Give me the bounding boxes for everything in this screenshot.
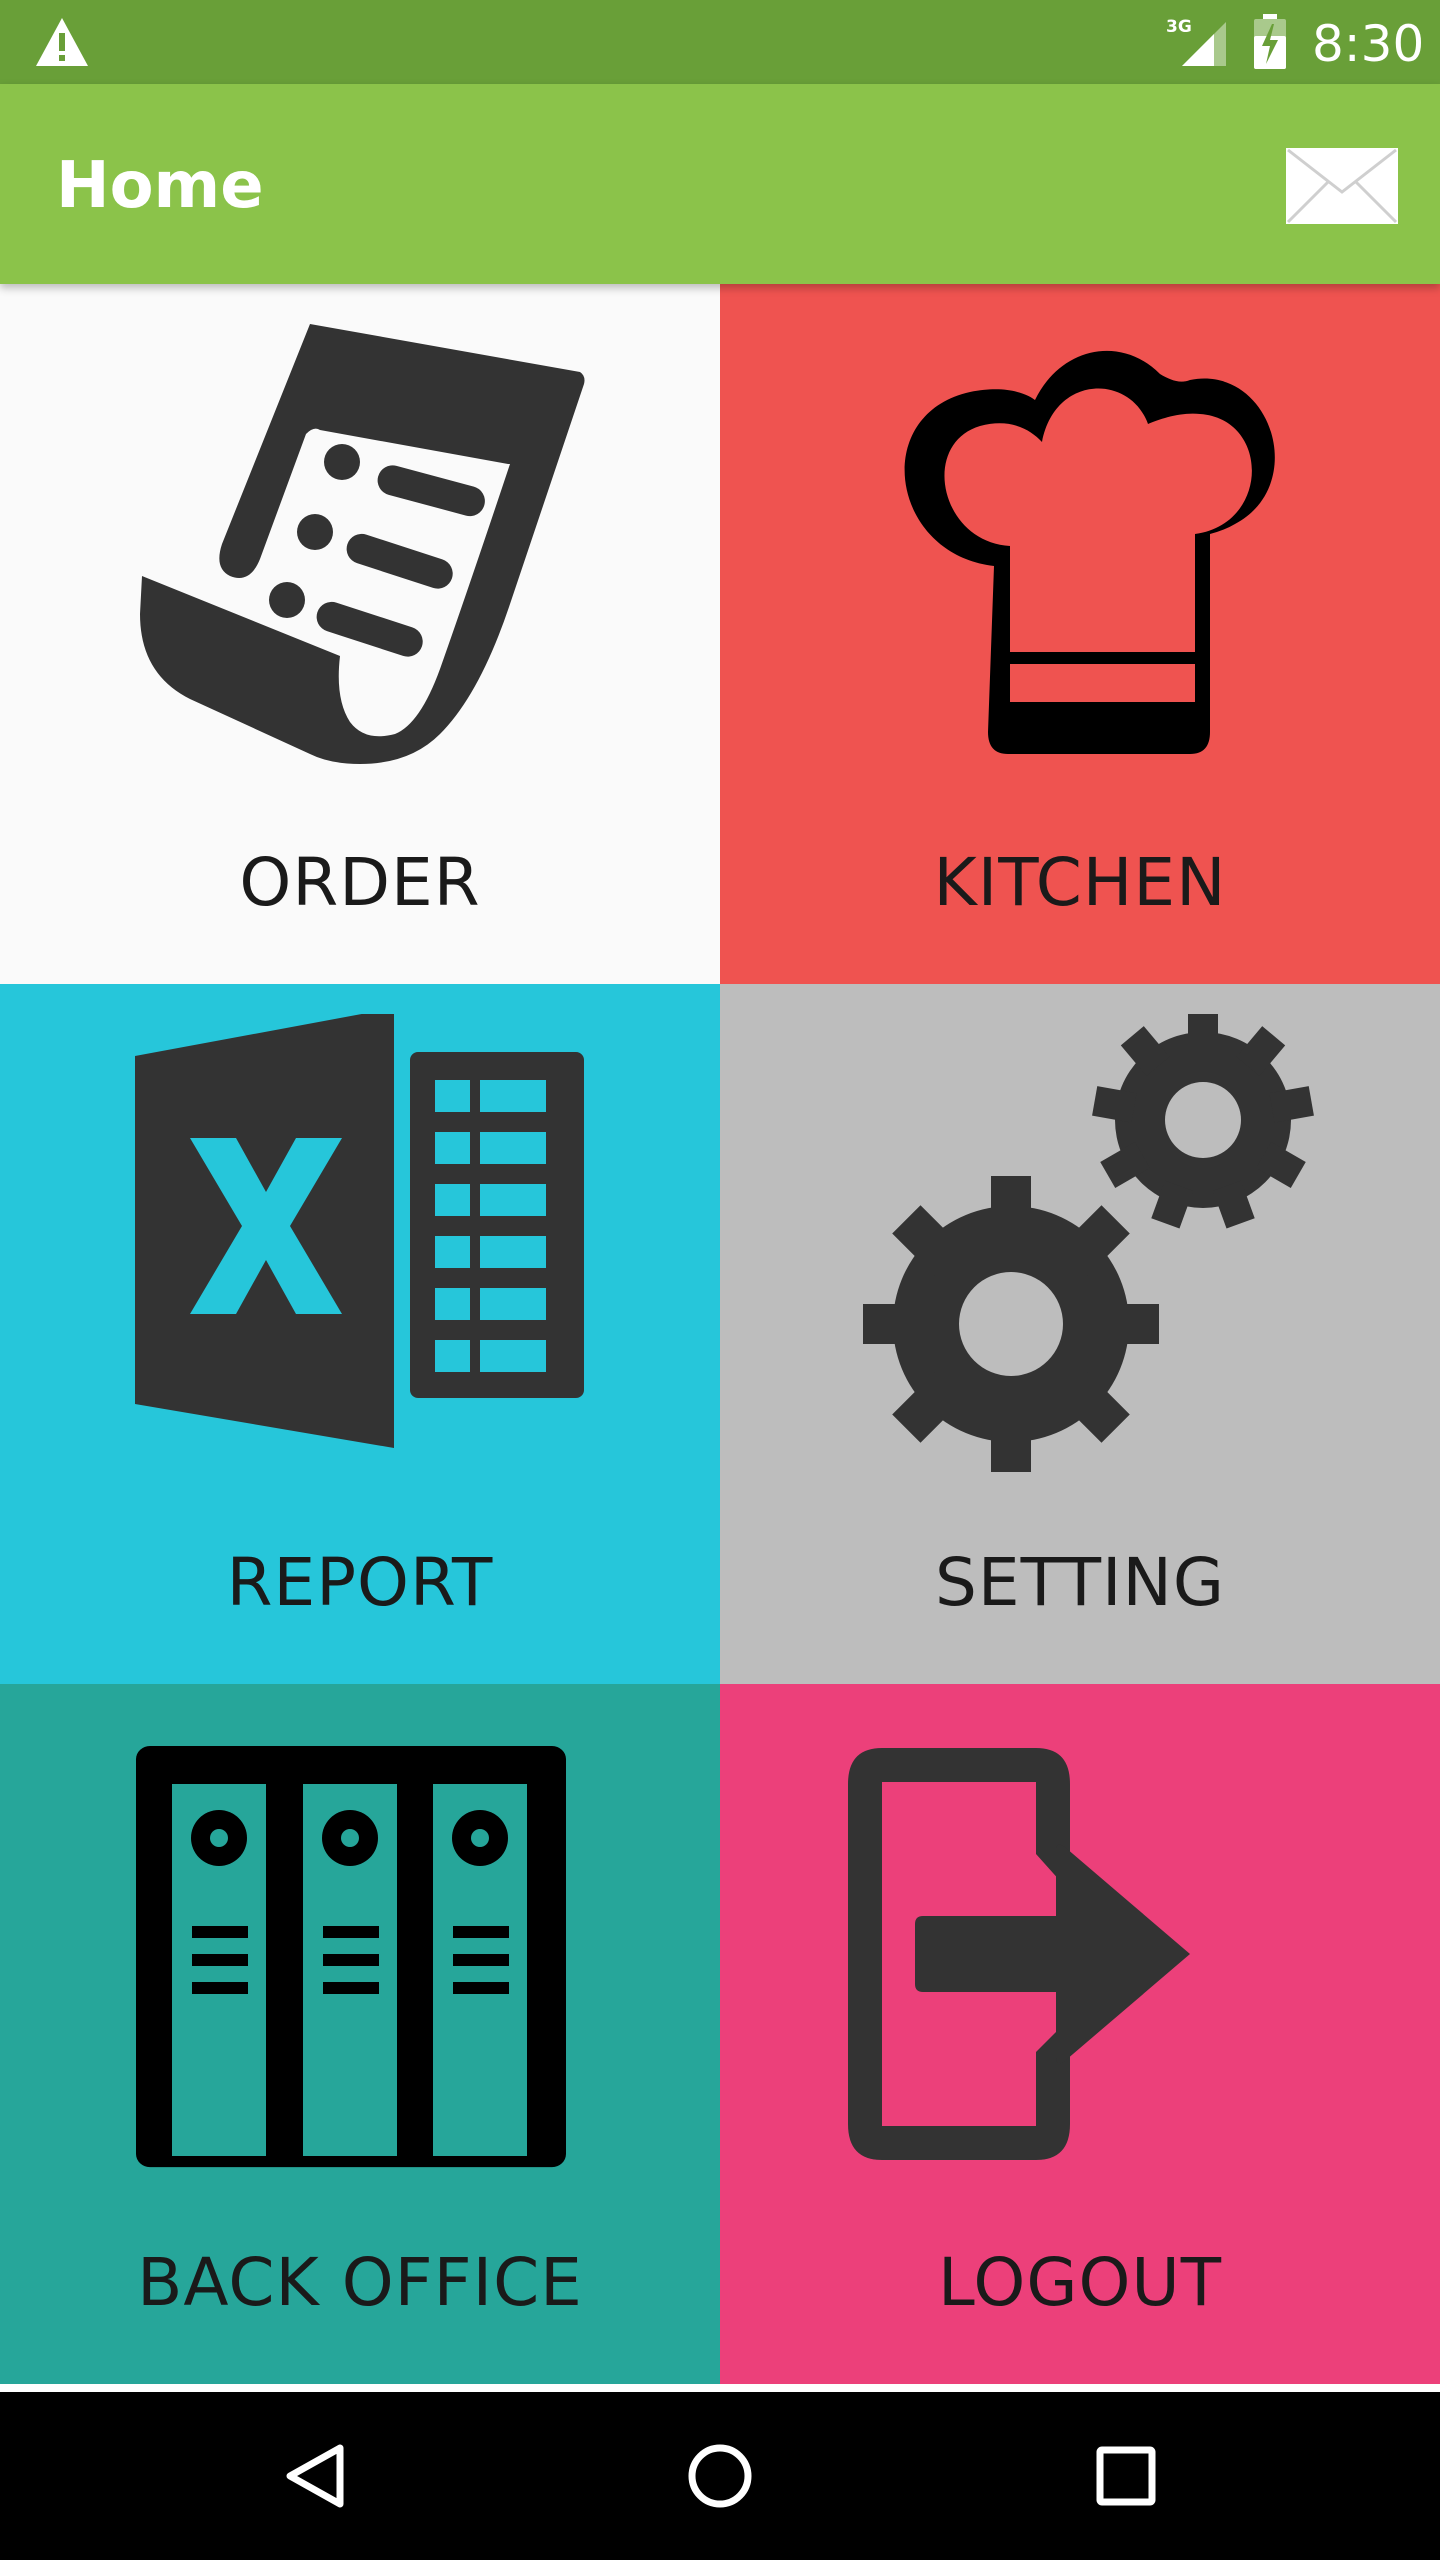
- back-icon[interactable]: [274, 2434, 358, 2518]
- warning-icon: [36, 18, 88, 66]
- spreadsheet-icon: [135, 1014, 584, 1448]
- tile-label: ORDER: [239, 844, 481, 921]
- app-bar: Home: [0, 84, 1440, 284]
- tile-label: BACK OFFICE: [137, 2244, 583, 2321]
- page-title: Home: [56, 149, 264, 223]
- chef-hat-icon: [904, 350, 1275, 754]
- tile-logout[interactable]: LOGOUT: [720, 1684, 1440, 2384]
- receipt-icon: [140, 324, 585, 764]
- filing-cabinet-icon: [136, 1745, 566, 2168]
- tile-label: LOGOUT: [937, 2244, 1223, 2321]
- tile-setting[interactable]: SETTING: [720, 984, 1440, 1684]
- gears-icon: [863, 1014, 1314, 1472]
- tile-kitchen[interactable]: KITCHEN: [720, 284, 1440, 984]
- battery-charging-icon: [1254, 14, 1286, 69]
- tile-label: SETTING: [934, 1544, 1226, 1621]
- home-icon[interactable]: [678, 2434, 762, 2518]
- tile-label: REPORT: [226, 1544, 494, 1621]
- tile-back-office[interactable]: BACK OFFICE: [0, 1684, 720, 2384]
- logout-icon: [848, 1748, 1190, 2160]
- system-nav-bar: [0, 2392, 1440, 2560]
- status-bar: 3G 8:30: [0, 0, 1440, 84]
- recents-icon[interactable]: [1084, 2434, 1168, 2518]
- network-type: 3G: [1166, 17, 1192, 37]
- tile-report[interactable]: REPORT: [0, 984, 720, 1684]
- tile-order[interactable]: ORDER: [0, 284, 720, 984]
- mail-icon[interactable]: [1284, 146, 1400, 226]
- signal-icon: 3G: [1166, 17, 1226, 66]
- tile-label: KITCHEN: [933, 844, 1227, 921]
- status-time: 8:30: [1312, 15, 1425, 73]
- divider: [0, 2384, 1440, 2392]
- menu-grid: ORDER KITCHEN REPORT SETTING BACK OFFICE…: [0, 284, 1440, 2384]
